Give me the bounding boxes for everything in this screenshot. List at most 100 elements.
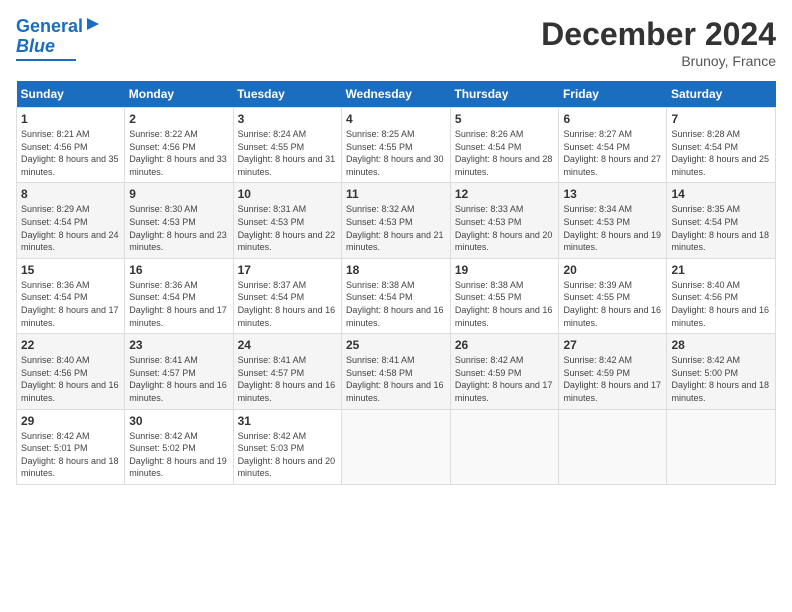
day-info: Sunrise: 8:27 AM Sunset: 4:54 PM Dayligh… [563, 128, 662, 178]
day-number: 13 [563, 187, 662, 201]
day-cell: 5 Sunrise: 8:26 AM Sunset: 4:54 PM Dayli… [450, 108, 559, 183]
day-info: Sunrise: 8:21 AM Sunset: 4:56 PM Dayligh… [21, 128, 120, 178]
day-number: 22 [21, 338, 120, 352]
day-cell: 2 Sunrise: 8:22 AM Sunset: 4:56 PM Dayli… [125, 108, 233, 183]
day-cell: 21 Sunrise: 8:40 AM Sunset: 4:56 PM Dayl… [667, 258, 776, 333]
day-number: 12 [455, 187, 555, 201]
logo-underline [16, 59, 76, 61]
day-cell: 8 Sunrise: 8:29 AM Sunset: 4:54 PM Dayli… [17, 183, 125, 258]
day-header-friday: Friday [559, 81, 667, 108]
day-info: Sunrise: 8:39 AM Sunset: 4:55 PM Dayligh… [563, 279, 662, 329]
day-info: Sunrise: 8:25 AM Sunset: 4:55 PM Dayligh… [346, 128, 446, 178]
day-info: Sunrise: 8:30 AM Sunset: 4:53 PM Dayligh… [129, 203, 228, 253]
day-number: 27 [563, 338, 662, 352]
day-info: Sunrise: 8:40 AM Sunset: 4:56 PM Dayligh… [21, 354, 120, 404]
day-cell: 9 Sunrise: 8:30 AM Sunset: 4:53 PM Dayli… [125, 183, 233, 258]
day-number: 14 [671, 187, 771, 201]
day-info: Sunrise: 8:32 AM Sunset: 4:53 PM Dayligh… [346, 203, 446, 253]
logo-arrow-icon [85, 16, 101, 32]
day-info: Sunrise: 8:42 AM Sunset: 4:59 PM Dayligh… [455, 354, 555, 404]
day-cell: 26 Sunrise: 8:42 AM Sunset: 4:59 PM Dayl… [450, 334, 559, 409]
day-cell [341, 409, 450, 484]
day-cell: 19 Sunrise: 8:38 AM Sunset: 4:55 PM Dayl… [450, 258, 559, 333]
day-number: 28 [671, 338, 771, 352]
day-cell: 11 Sunrise: 8:32 AM Sunset: 4:53 PM Dayl… [341, 183, 450, 258]
day-number: 17 [238, 263, 337, 277]
day-info: Sunrise: 8:29 AM Sunset: 4:54 PM Dayligh… [21, 203, 120, 253]
day-header-thursday: Thursday [450, 81, 559, 108]
day-headers-row: SundayMondayTuesdayWednesdayThursdayFrid… [17, 81, 776, 108]
day-cell: 29 Sunrise: 8:42 AM Sunset: 5:01 PM Dayl… [17, 409, 125, 484]
logo-blue-text: Blue [16, 37, 55, 57]
day-cell: 14 Sunrise: 8:35 AM Sunset: 4:54 PM Dayl… [667, 183, 776, 258]
calendar-body: 1 Sunrise: 8:21 AM Sunset: 4:56 PM Dayli… [17, 108, 776, 485]
day-info: Sunrise: 8:41 AM Sunset: 4:57 PM Dayligh… [238, 354, 337, 404]
month-title: December 2024 [541, 16, 776, 53]
day-number: 16 [129, 263, 228, 277]
day-info: Sunrise: 8:28 AM Sunset: 4:54 PM Dayligh… [671, 128, 771, 178]
day-cell [667, 409, 776, 484]
day-cell: 25 Sunrise: 8:41 AM Sunset: 4:58 PM Dayl… [341, 334, 450, 409]
day-number: 29 [21, 414, 120, 428]
day-cell: 22 Sunrise: 8:40 AM Sunset: 4:56 PM Dayl… [17, 334, 125, 409]
day-cell: 3 Sunrise: 8:24 AM Sunset: 4:55 PM Dayli… [233, 108, 341, 183]
calendar-container: General Blue December 2024 Brunoy, Franc… [0, 0, 792, 495]
day-cell: 4 Sunrise: 8:25 AM Sunset: 4:55 PM Dayli… [341, 108, 450, 183]
day-number: 9 [129, 187, 228, 201]
day-cell: 13 Sunrise: 8:34 AM Sunset: 4:53 PM Dayl… [559, 183, 667, 258]
day-cell: 10 Sunrise: 8:31 AM Sunset: 4:53 PM Dayl… [233, 183, 341, 258]
day-info: Sunrise: 8:26 AM Sunset: 4:54 PM Dayligh… [455, 128, 555, 178]
header: General Blue December 2024 Brunoy, Franc… [16, 16, 776, 69]
day-number: 25 [346, 338, 446, 352]
day-number: 3 [238, 112, 337, 126]
day-cell [450, 409, 559, 484]
day-info: Sunrise: 8:36 AM Sunset: 4:54 PM Dayligh… [21, 279, 120, 329]
day-cell: 7 Sunrise: 8:28 AM Sunset: 4:54 PM Dayli… [667, 108, 776, 183]
day-cell: 17 Sunrise: 8:37 AM Sunset: 4:54 PM Dayl… [233, 258, 341, 333]
day-cell: 20 Sunrise: 8:39 AM Sunset: 4:55 PM Dayl… [559, 258, 667, 333]
logo: General Blue [16, 16, 101, 61]
location: Brunoy, France [541, 53, 776, 69]
day-info: Sunrise: 8:35 AM Sunset: 4:54 PM Dayligh… [671, 203, 771, 253]
day-number: 19 [455, 263, 555, 277]
day-number: 4 [346, 112, 446, 126]
day-number: 24 [238, 338, 337, 352]
week-row-3: 15 Sunrise: 8:36 AM Sunset: 4:54 PM Dayl… [17, 258, 776, 333]
day-info: Sunrise: 8:38 AM Sunset: 4:54 PM Dayligh… [346, 279, 446, 329]
day-number: 21 [671, 263, 771, 277]
day-info: Sunrise: 8:36 AM Sunset: 4:54 PM Dayligh… [129, 279, 228, 329]
day-cell: 30 Sunrise: 8:42 AM Sunset: 5:02 PM Dayl… [125, 409, 233, 484]
day-header-tuesday: Tuesday [233, 81, 341, 108]
title-section: December 2024 Brunoy, France [541, 16, 776, 69]
day-number: 2 [129, 112, 228, 126]
logo-text: General [16, 17, 83, 37]
day-cell: 16 Sunrise: 8:36 AM Sunset: 4:54 PM Dayl… [125, 258, 233, 333]
day-cell: 15 Sunrise: 8:36 AM Sunset: 4:54 PM Dayl… [17, 258, 125, 333]
day-info: Sunrise: 8:40 AM Sunset: 4:56 PM Dayligh… [671, 279, 771, 329]
day-info: Sunrise: 8:33 AM Sunset: 4:53 PM Dayligh… [455, 203, 555, 253]
day-cell: 6 Sunrise: 8:27 AM Sunset: 4:54 PM Dayli… [559, 108, 667, 183]
day-number: 11 [346, 187, 446, 201]
day-cell: 28 Sunrise: 8:42 AM Sunset: 5:00 PM Dayl… [667, 334, 776, 409]
day-number: 10 [238, 187, 337, 201]
day-cell [559, 409, 667, 484]
day-info: Sunrise: 8:42 AM Sunset: 5:01 PM Dayligh… [21, 430, 120, 480]
day-cell: 27 Sunrise: 8:42 AM Sunset: 4:59 PM Dayl… [559, 334, 667, 409]
day-number: 23 [129, 338, 228, 352]
day-info: Sunrise: 8:38 AM Sunset: 4:55 PM Dayligh… [455, 279, 555, 329]
day-info: Sunrise: 8:41 AM Sunset: 4:57 PM Dayligh… [129, 354, 228, 404]
day-number: 5 [455, 112, 555, 126]
day-number: 15 [21, 263, 120, 277]
day-number: 6 [563, 112, 662, 126]
day-info: Sunrise: 8:31 AM Sunset: 4:53 PM Dayligh… [238, 203, 337, 253]
day-info: Sunrise: 8:22 AM Sunset: 4:56 PM Dayligh… [129, 128, 228, 178]
day-cell: 31 Sunrise: 8:42 AM Sunset: 5:03 PM Dayl… [233, 409, 341, 484]
day-cell: 18 Sunrise: 8:38 AM Sunset: 4:54 PM Dayl… [341, 258, 450, 333]
day-info: Sunrise: 8:42 AM Sunset: 5:03 PM Dayligh… [238, 430, 337, 480]
day-cell: 1 Sunrise: 8:21 AM Sunset: 4:56 PM Dayli… [17, 108, 125, 183]
week-row-2: 8 Sunrise: 8:29 AM Sunset: 4:54 PM Dayli… [17, 183, 776, 258]
week-row-5: 29 Sunrise: 8:42 AM Sunset: 5:01 PM Dayl… [17, 409, 776, 484]
day-number: 1 [21, 112, 120, 126]
week-row-1: 1 Sunrise: 8:21 AM Sunset: 4:56 PM Dayli… [17, 108, 776, 183]
day-number: 30 [129, 414, 228, 428]
